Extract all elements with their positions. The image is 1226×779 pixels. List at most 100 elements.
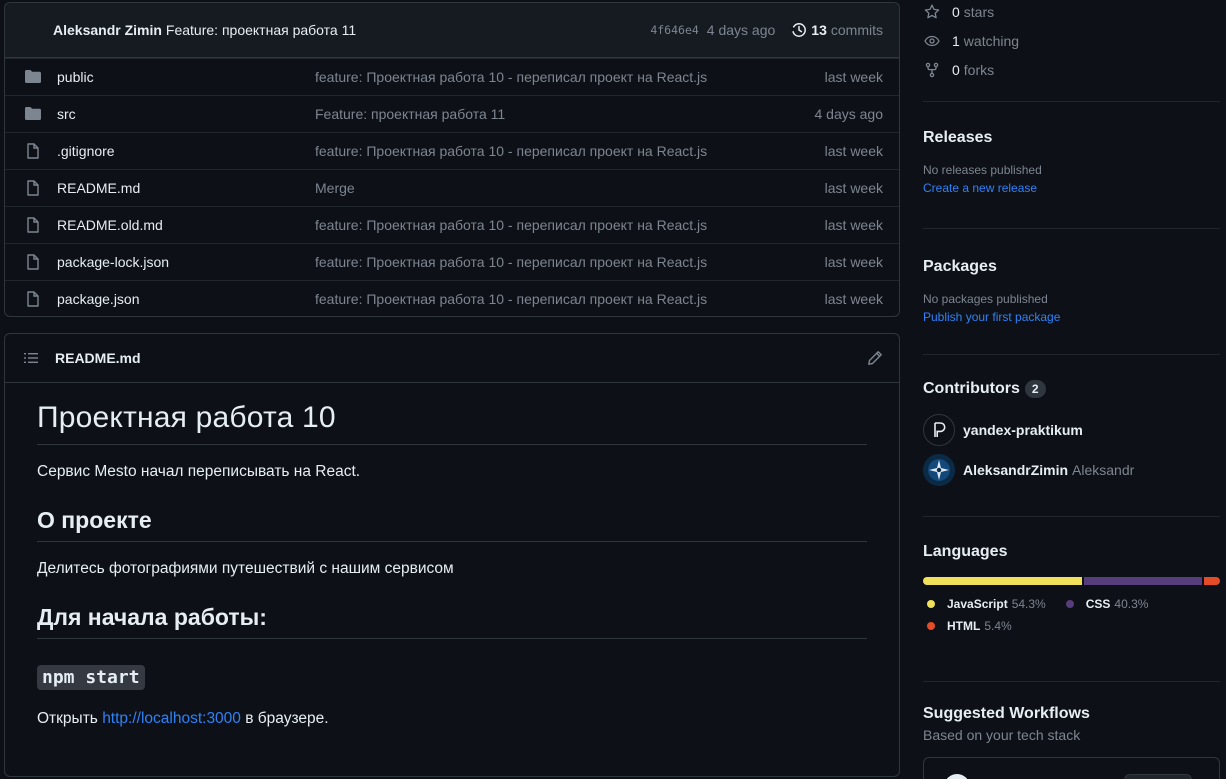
language-percent: 5.4% bbox=[984, 619, 1012, 633]
workflow-logo bbox=[944, 774, 970, 779]
file-row[interactable]: src Feature: проектная работа 11 4 days … bbox=[5, 95, 899, 132]
publish-package-link[interactable]: Publish your first package bbox=[923, 308, 1220, 326]
file-name[interactable]: README.md bbox=[57, 180, 315, 196]
code-line: npm start bbox=[37, 665, 867, 690]
file-commit-message[interactable]: feature: Проектная работа 10 - переписал… bbox=[315, 254, 825, 270]
file-browser: Aleksandr Zimin Feature: проектная работ… bbox=[4, 2, 900, 317]
language-bar-segment[interactable] bbox=[1204, 577, 1220, 585]
star-icon bbox=[924, 4, 940, 20]
create-release-link[interactable]: Create a new release bbox=[923, 179, 1220, 197]
contributor-login[interactable]: AleksandrZimin bbox=[963, 462, 1068, 478]
workflows-title: Suggested Workflows bbox=[923, 705, 1090, 722]
language-name: HTML bbox=[947, 619, 981, 633]
language-bar bbox=[923, 577, 1220, 585]
releases-empty: No releases published bbox=[923, 163, 1042, 177]
stars-count: 0 bbox=[952, 3, 960, 20]
languages-section: Languages JavaScript 54.3% CSS 40.3% HTM… bbox=[923, 517, 1220, 661]
language-percent: 54.3% bbox=[1011, 597, 1046, 611]
file-commit-time: last week bbox=[824, 143, 883, 159]
configure-workflow-button[interactable] bbox=[1124, 774, 1192, 779]
file-commit-message[interactable]: feature: Проектная работа 10 - переписал… bbox=[315, 69, 825, 85]
file-name[interactable]: README.old.md bbox=[57, 217, 315, 233]
commits-history-link[interactable]: 13 commits bbox=[791, 22, 883, 38]
file-commit-time: last week bbox=[824, 69, 883, 85]
file-row[interactable]: README.old.md feature: Проектная работа … bbox=[5, 206, 899, 243]
file-name[interactable]: src bbox=[57, 106, 315, 122]
file-icon bbox=[25, 291, 41, 307]
readme-open-text: Открыть http://localhost:3000 в браузере… bbox=[37, 710, 867, 728]
commit-meta: 4f646e4 4 days ago 13 commits bbox=[650, 22, 883, 38]
packages-section: Packages No packages published Publish y… bbox=[923, 229, 1220, 354]
file-commit-message[interactable]: feature: Проектная работа 10 - переписал… bbox=[315, 143, 825, 159]
file-name[interactable]: package-lock.json bbox=[57, 254, 315, 270]
file-row[interactable]: .gitignore feature: Проектная работа 10 … bbox=[5, 132, 899, 169]
file-icon bbox=[25, 180, 41, 196]
list-unordered-icon[interactable] bbox=[23, 350, 39, 366]
folder-icon bbox=[25, 69, 41, 85]
file-commit-message[interactable]: Feature: проектная работа 11 bbox=[315, 106, 815, 122]
forks-label: forks bbox=[963, 61, 995, 78]
localhost-link[interactable]: http://localhost:3000 bbox=[102, 710, 241, 727]
file-name[interactable]: public bbox=[57, 69, 315, 85]
avatar[interactable] bbox=[923, 414, 955, 446]
language-item[interactable]: JavaScript 54.3% bbox=[927, 593, 1046, 615]
contributor-item[interactable]: AleksandrZimin Aleksandr bbox=[923, 450, 1220, 490]
file-icon bbox=[25, 143, 41, 159]
workflow-card[interactable] bbox=[923, 757, 1220, 779]
file-icon bbox=[25, 217, 41, 233]
commits-label: commits bbox=[830, 22, 883, 38]
file-commit-message[interactable]: feature: Проектная работа 10 - переписал… bbox=[315, 217, 825, 233]
commits-count: 13 bbox=[811, 22, 827, 38]
repo-sidebar: 0 stars 1 watching 0 forks Releases No r… bbox=[923, 0, 1220, 767]
fork-icon bbox=[924, 62, 940, 78]
language-bar-segment[interactable] bbox=[923, 577, 1083, 585]
stars-stat[interactable]: 0 stars bbox=[923, 0, 1220, 26]
avatar[interactable] bbox=[923, 454, 955, 486]
file-row[interactable]: README.md Merge last week bbox=[5, 169, 899, 206]
file-icon bbox=[25, 254, 41, 270]
packages-title[interactable]: Packages bbox=[923, 258, 1220, 276]
file-name[interactable]: .gitignore bbox=[57, 143, 315, 159]
file-commit-message[interactable]: Merge bbox=[315, 180, 825, 196]
releases-title[interactable]: Releases bbox=[923, 129, 1220, 147]
readme-header: README.md bbox=[5, 334, 899, 383]
language-item[interactable]: HTML 5.4% bbox=[927, 615, 1012, 637]
file-row[interactable]: public feature: Проектная работа 10 - пе… bbox=[5, 58, 899, 95]
readme-about-heading: О проекте bbox=[37, 507, 867, 542]
language-bar-segment[interactable] bbox=[1084, 577, 1203, 585]
language-color-dot bbox=[927, 622, 935, 630]
commit-author[interactable]: Aleksandr Zimin bbox=[53, 22, 162, 38]
file-row[interactable]: package.json feature: Проектная работа 1… bbox=[5, 280, 899, 316]
contributors-title[interactable]: Contributors bbox=[923, 380, 1020, 398]
file-row[interactable]: package-lock.json feature: Проектная раб… bbox=[5, 243, 899, 280]
readme-content: Проектная работа 10 Сервис Mesto начал п… bbox=[5, 383, 899, 728]
workflows-section: Suggested Workflows Based on your tech s… bbox=[923, 682, 1220, 767]
stars-label: stars bbox=[963, 3, 995, 20]
readme-about-text: Делитесь фотографиями путешествий с наши… bbox=[37, 560, 454, 577]
readme-filename[interactable]: README.md bbox=[55, 350, 141, 366]
pencil-icon[interactable] bbox=[867, 350, 883, 366]
readme-heading: Проектная работа 10 bbox=[37, 401, 867, 445]
commit-message[interactable]: Feature: проектная работа 11 bbox=[166, 22, 356, 38]
commit-sha[interactable]: 4f646e4 bbox=[650, 23, 698, 37]
workflows-subtitle: Based on your tech stack bbox=[923, 727, 1081, 743]
file-commit-message[interactable]: feature: Проектная работа 10 - переписал… bbox=[315, 291, 825, 307]
contributor-item[interactable]: yandex-praktikum bbox=[923, 410, 1220, 450]
language-item[interactable]: CSS 40.3% bbox=[1065, 593, 1149, 615]
packages-empty: No packages published bbox=[923, 292, 1048, 306]
contributors-count: 2 bbox=[1024, 380, 1046, 398]
language-list: JavaScript 54.3% CSS 40.3% HTML 5.4% bbox=[923, 593, 1220, 637]
language-percent: 40.3% bbox=[1114, 597, 1149, 611]
file-commit-time: last week bbox=[824, 291, 883, 307]
file-commit-time: last week bbox=[824, 254, 883, 270]
watching-stat[interactable]: 1 watching bbox=[923, 26, 1220, 55]
language-name: JavaScript bbox=[947, 597, 1008, 611]
file-commit-time: last week bbox=[824, 180, 883, 196]
forks-stat[interactable]: 0 forks bbox=[923, 55, 1220, 84]
folder-icon bbox=[25, 106, 41, 122]
contributor-login[interactable]: yandex-praktikum bbox=[963, 422, 1083, 438]
contributor-name: Aleksandr bbox=[1072, 462, 1135, 478]
file-name[interactable]: package.json bbox=[57, 291, 315, 307]
commit-time: 4 days ago bbox=[706, 22, 776, 38]
file-commit-time: 4 days ago bbox=[814, 106, 884, 122]
